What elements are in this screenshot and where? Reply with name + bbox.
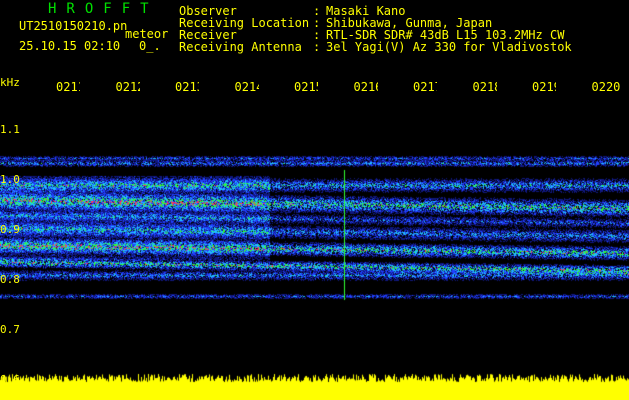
antenna-label: Receiving Antenna [179, 40, 302, 54]
y-unit: kHz [0, 76, 20, 89]
spectrogram [0, 96, 629, 400]
x-tick-label: 0218 [472, 80, 497, 94]
x-tick-label: 0212 [115, 80, 140, 94]
x-tick-label: 0217 [413, 80, 437, 94]
y-tick-label: 1.1 [0, 123, 20, 136]
x-tick-label: 0214 [234, 80, 259, 94]
filename: UT2510150210.pn [19, 19, 128, 33]
x-tick-label: 0220 [591, 80, 621, 94]
y-tick-label: 0.6 [0, 373, 20, 386]
colon: : [313, 40, 321, 54]
x-tick-label: 0216 [353, 80, 378, 94]
y-tick-label: 0.8 [0, 273, 20, 286]
datetime: 25.10.15 02:10 [19, 39, 121, 53]
y-tick-label: 0.9 [0, 223, 20, 236]
hrofft-window: HROFFT UT2510150210.pn meteor 25.10.15 0… [0, 0, 629, 400]
x-tick-label: 0213 [175, 80, 199, 94]
x-tick-label: 0219 [532, 80, 556, 94]
count: 0_. [139, 39, 161, 53]
y-tick-label: 1.0 [0, 173, 20, 186]
x-tick-label: 0211 [56, 80, 80, 94]
y-tick-label: 0.7 [0, 323, 20, 336]
x-tick-label: 0215 [294, 80, 318, 94]
antenna-value: 3el Yagi(V) Az 330 for Vladivostok [326, 40, 572, 54]
app-title: HROFFT [48, 1, 159, 17]
